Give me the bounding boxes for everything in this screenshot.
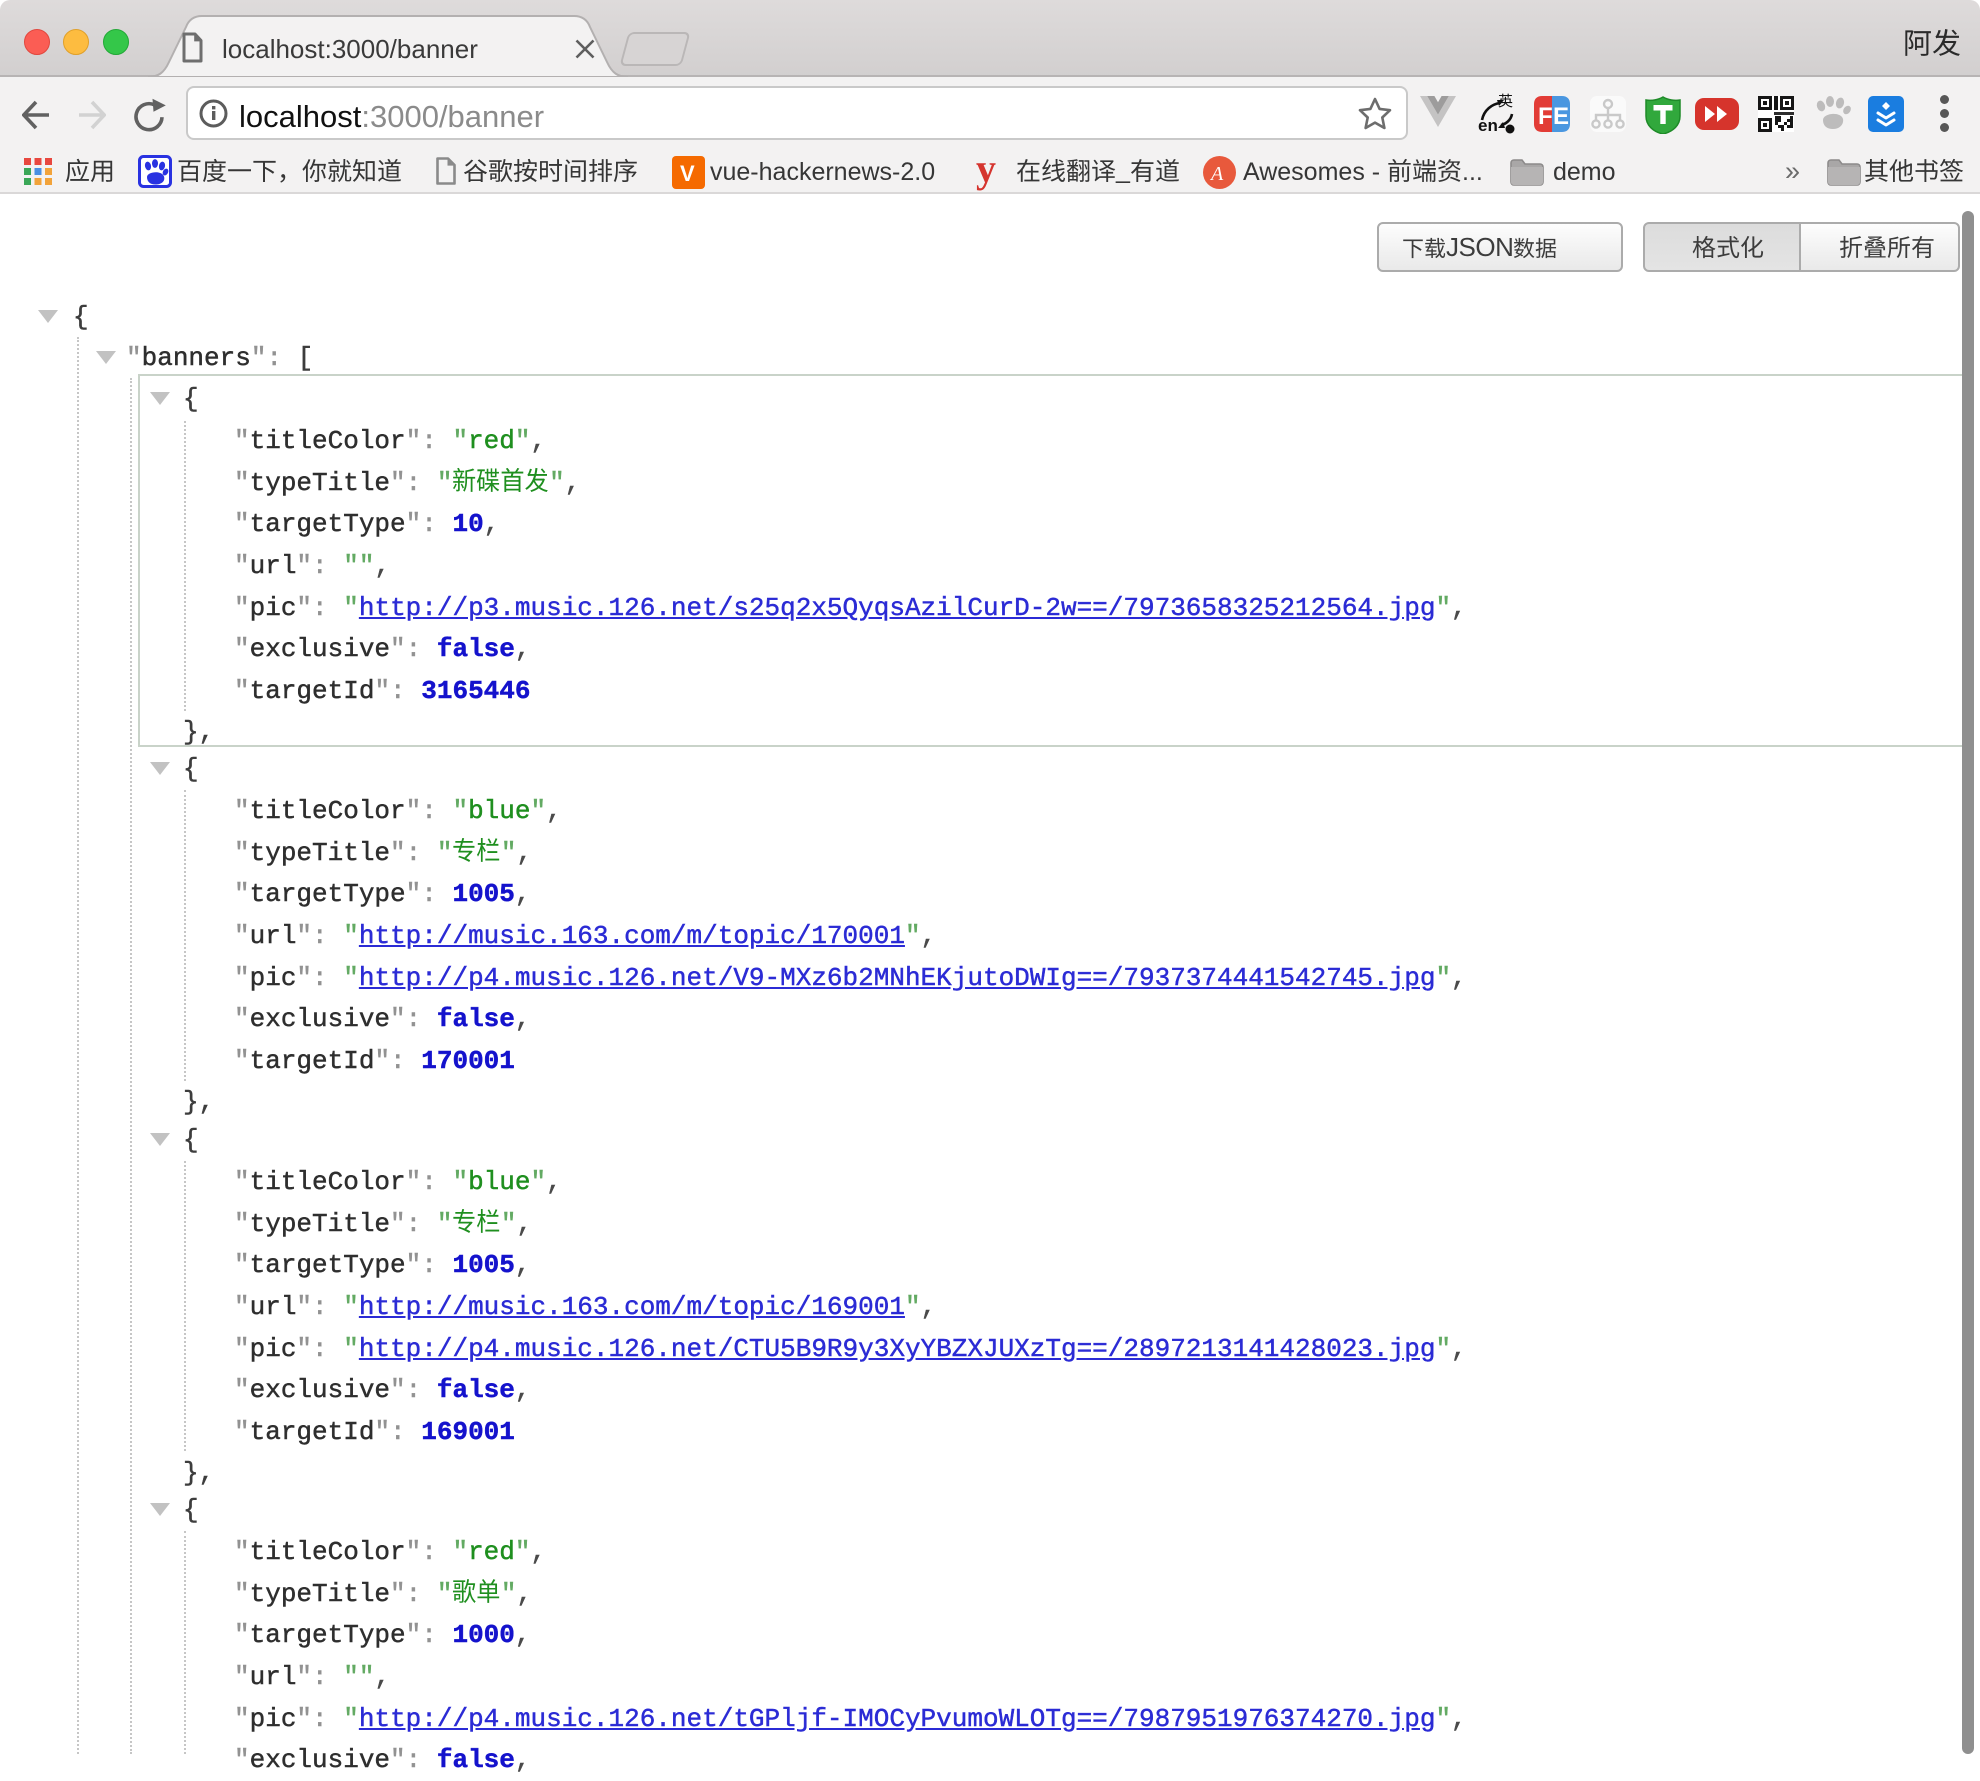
svg-text:E: E: [1553, 103, 1569, 130]
svg-text:A: A: [1209, 163, 1224, 185]
svg-text:V: V: [680, 161, 695, 186]
svg-text:F: F: [1538, 103, 1553, 130]
svg-text:y: y: [976, 152, 996, 191]
